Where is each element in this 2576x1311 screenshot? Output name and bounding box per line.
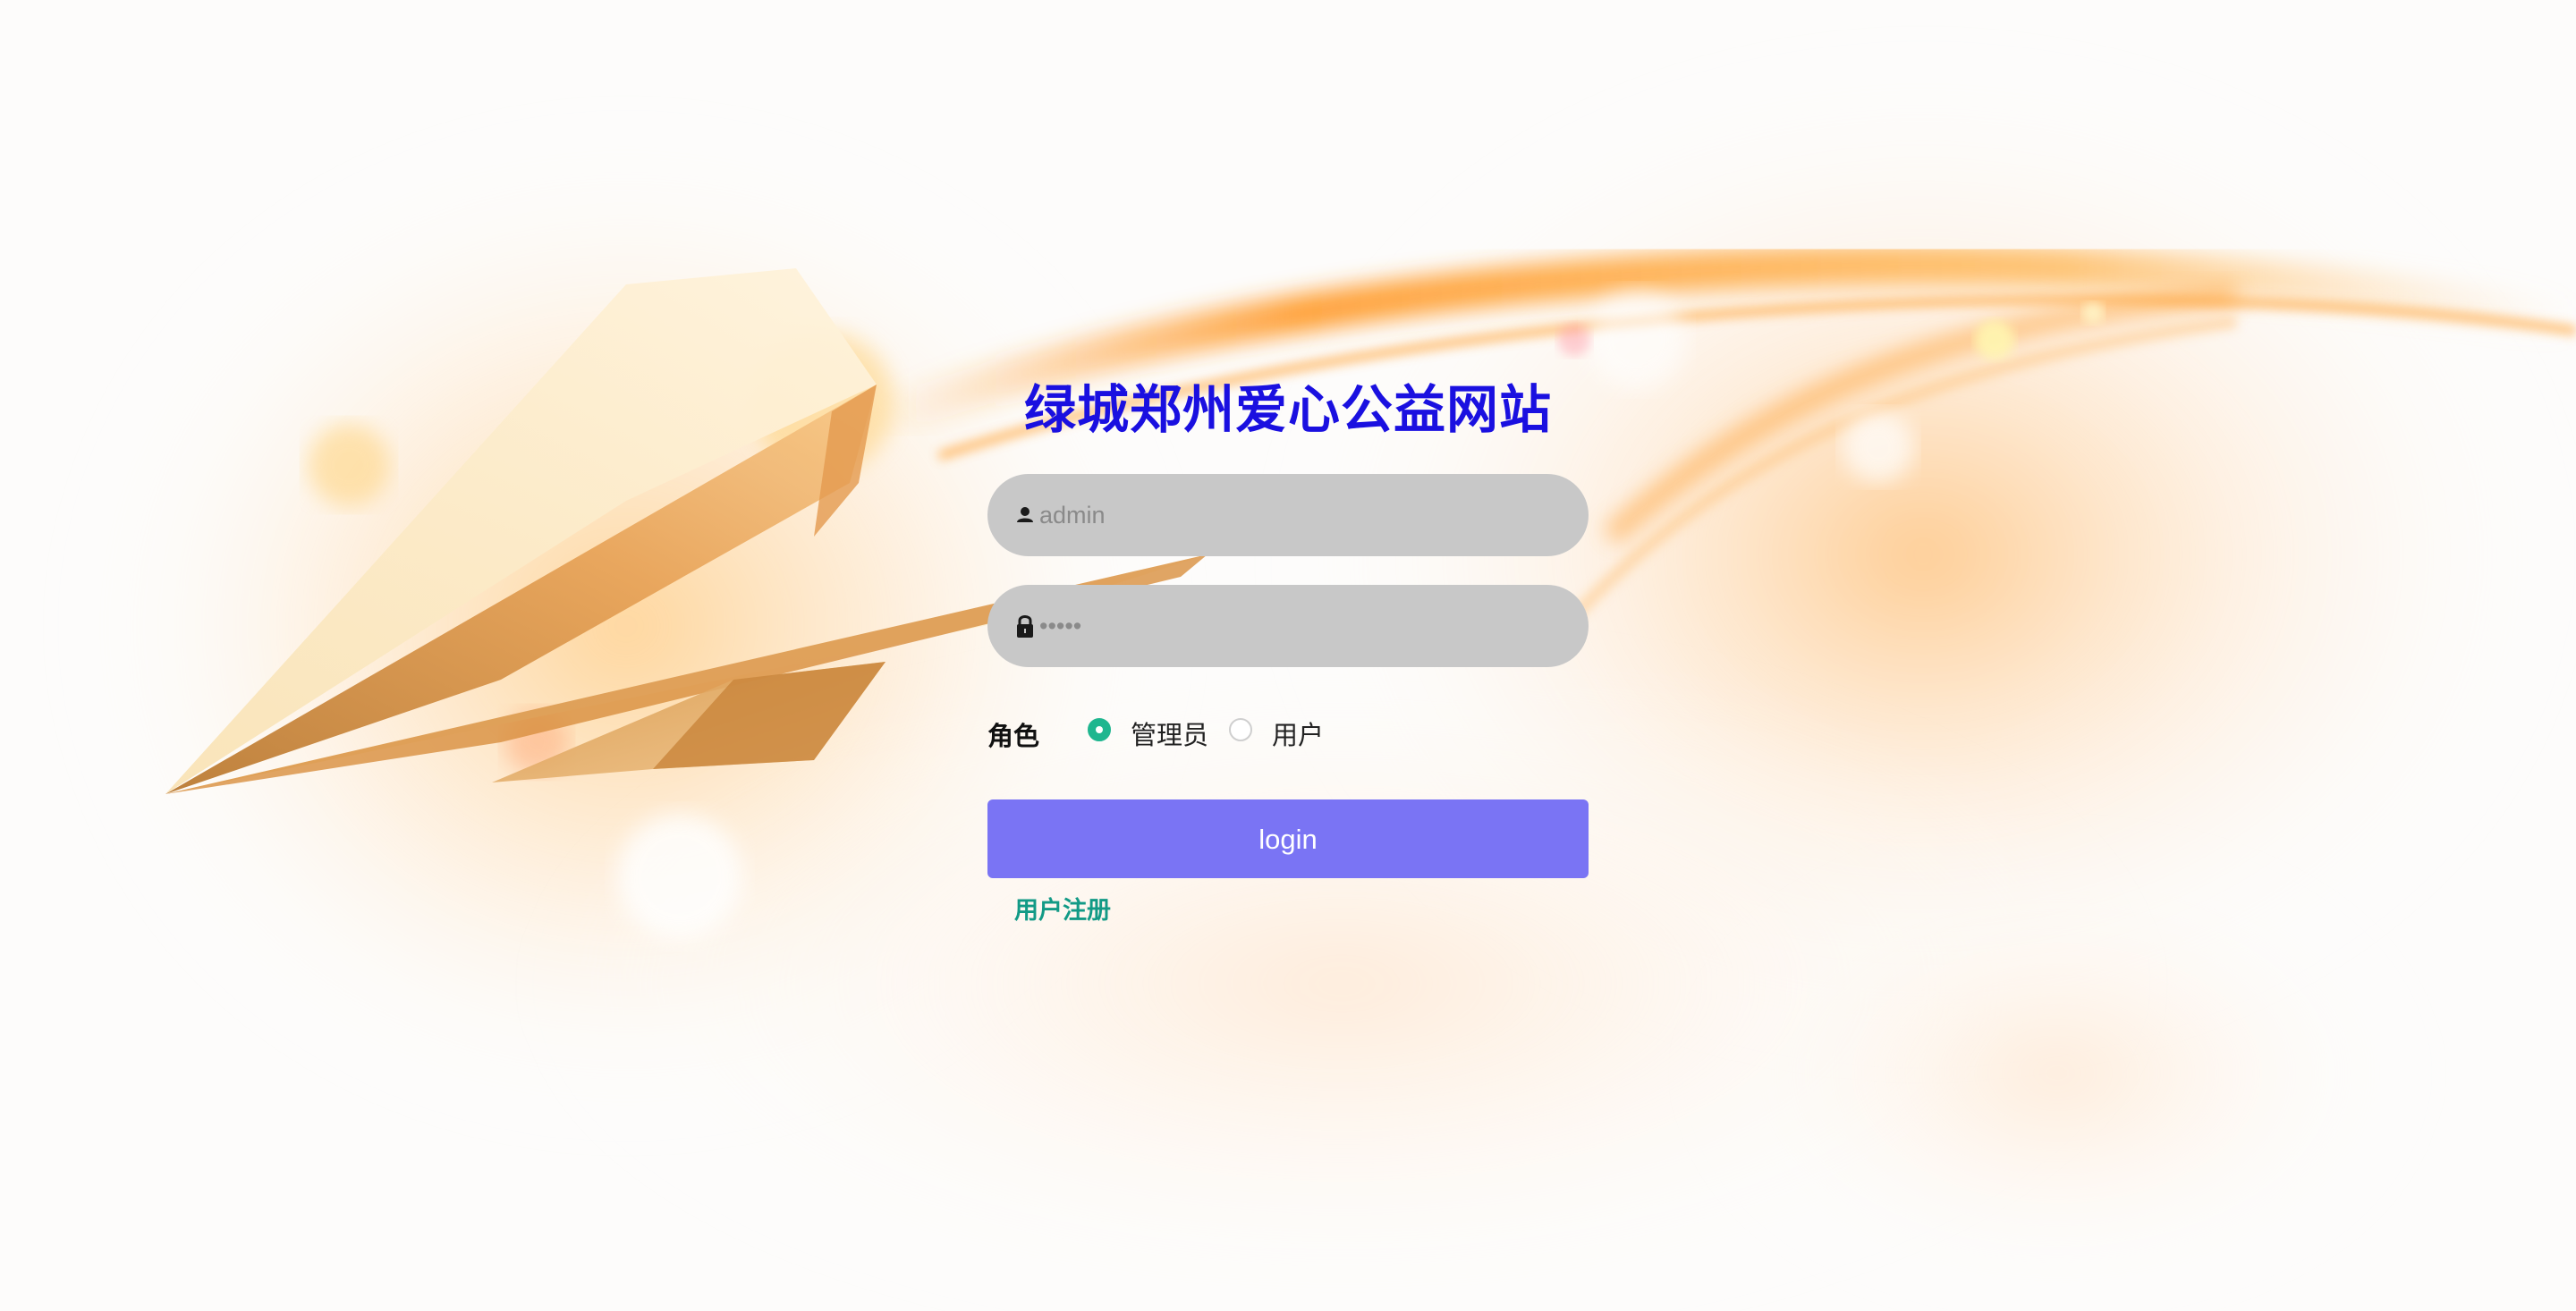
role-selector: 角色 管理员 用户	[987, 708, 1589, 753]
user-icon	[1017, 507, 1033, 522]
username-input[interactable]	[1039, 474, 1558, 556]
register-link[interactable]: 用户注册	[1014, 891, 1111, 926]
lock-icon	[1017, 615, 1033, 638]
password-input[interactable]	[1039, 585, 1558, 667]
radio-checked-icon[interactable]	[1088, 718, 1111, 741]
login-button[interactable]: login	[987, 799, 1589, 878]
role-label: 角色	[987, 721, 1040, 751]
username-field[interactable]	[987, 474, 1589, 556]
role-option-user[interactable]: 用户	[1229, 715, 1327, 750]
role-option-user-label: 用户	[1272, 720, 1325, 750]
role-option-admin-label: 管理员	[1131, 720, 1209, 750]
radio-unchecked-icon[interactable]	[1229, 718, 1252, 741]
role-option-admin[interactable]: 管理员	[1088, 715, 1213, 750]
password-field[interactable]	[987, 585, 1589, 667]
page-title: 绿城郑州爱心公益网站	[1023, 379, 1552, 440]
